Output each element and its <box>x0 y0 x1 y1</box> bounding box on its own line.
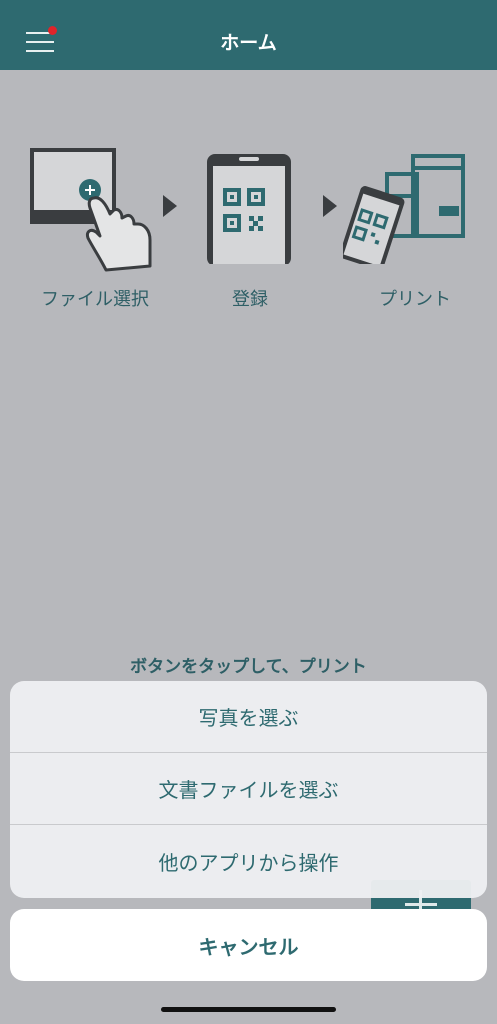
printer-qr-icon <box>343 154 465 264</box>
operate-from-other-app-option[interactable]: 他のアプリから操作 <box>10 825 487 898</box>
app-header: ホーム <box>0 0 497 70</box>
tap-file-icon <box>30 148 152 272</box>
cancel-button[interactable]: キャンセル <box>10 909 487 981</box>
step-arrow-1 <box>163 195 177 217</box>
home-indicator[interactable] <box>161 1007 336 1012</box>
instruction-text: ボタンをタップして、プリント <box>130 657 367 677</box>
steps-illustration: ファイル選択 登録 プリント <box>0 140 497 320</box>
step-label-file-select: ファイル選択 <box>41 289 149 310</box>
page-title: ホーム <box>220 32 277 54</box>
step-label-register: 登録 <box>232 289 268 310</box>
action-sheet: 写真を選ぶ 文書ファイルを選ぶ 他のアプリから操作 <box>10 681 487 898</box>
phone-qr-icon <box>207 154 291 264</box>
select-photo-option[interactable]: 写真を選ぶ <box>10 681 487 753</box>
step-label-print: プリント <box>379 289 451 310</box>
select-document-option[interactable]: 文書ファイルを選ぶ <box>10 753 487 825</box>
step-arrow-2 <box>323 195 337 217</box>
